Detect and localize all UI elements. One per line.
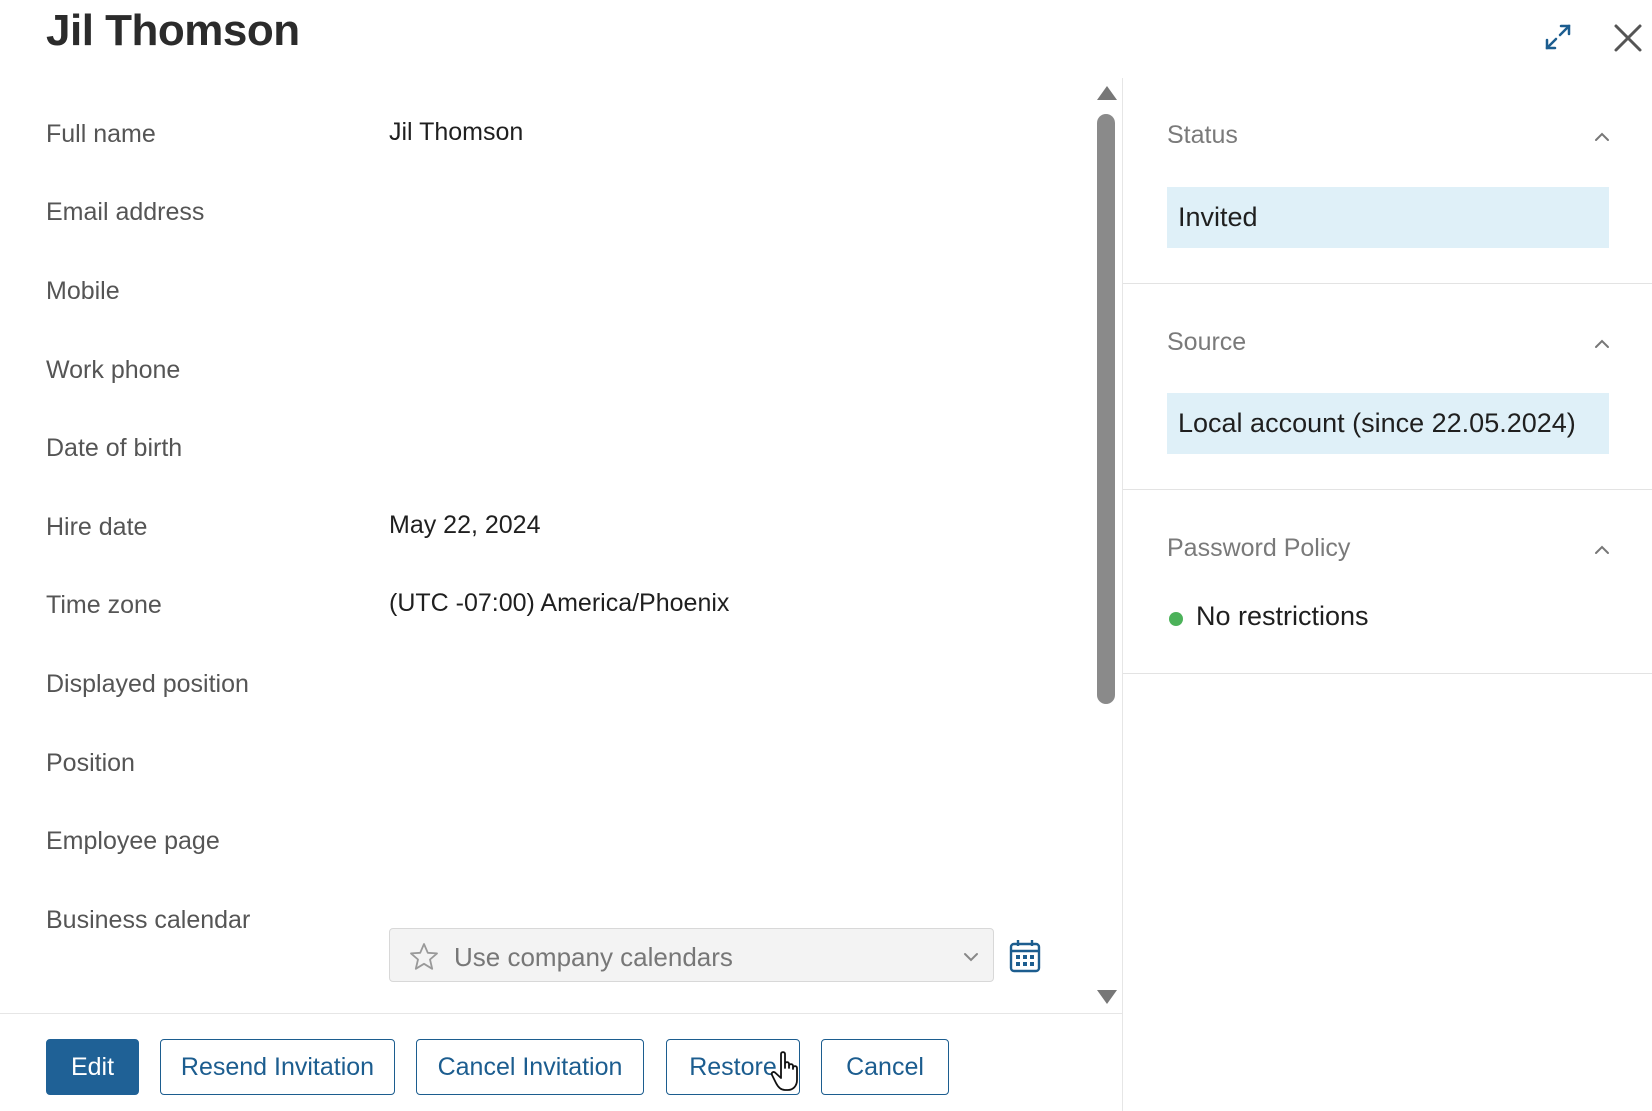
field-row-mobile: Mobile <box>0 263 1080 323</box>
field-row-date-of-birth: Date of birth <box>0 420 1080 480</box>
section-divider <box>1123 489 1652 490</box>
scroll-up-arrow[interactable] <box>1097 86 1117 100</box>
field-label: Displayed position <box>46 670 249 698</box>
field-row-hire-date: Hire date May 22, 2024 <box>0 499 1080 559</box>
chevron-up-icon[interactable] <box>1592 127 1612 147</box>
field-row-email: Email address <box>0 184 1080 244</box>
status-value: Invited <box>1178 202 1258 232</box>
field-row-displayed-position: Displayed position <box>0 656 1080 716</box>
resend-invitation-button[interactable]: Resend Invitation <box>160 1039 395 1095</box>
chevron-up-icon[interactable] <box>1592 540 1612 560</box>
expand-icon[interactable] <box>1541 20 1575 54</box>
source-value: Local account (since 22.05.2024) <box>1178 408 1576 438</box>
field-label: Position <box>46 749 135 777</box>
field-row-position: Position <box>0 735 1080 795</box>
chevron-up-icon[interactable] <box>1592 334 1612 354</box>
field-label: Email address <box>46 198 205 226</box>
business-calendar-value: Use company calendars <box>454 942 733 972</box>
field-label: Business calendar <box>46 906 251 934</box>
chevron-down-icon <box>964 953 978 962</box>
field-label: Date of birth <box>46 434 183 462</box>
status-title: Status <box>1167 121 1238 149</box>
section-divider <box>1123 283 1652 284</box>
cancel-invitation-button[interactable]: Cancel Invitation <box>416 1039 644 1095</box>
field-value: (UTC -07:00) America/Phoenix <box>389 589 730 617</box>
status-dot-icon <box>1169 612 1183 626</box>
status-section <box>1123 78 1652 283</box>
field-label: Employee page <box>46 827 220 855</box>
page-title: Jil Thomson <box>46 6 300 55</box>
star-icon <box>410 943 438 970</box>
hand-cursor-icon <box>770 1051 798 1091</box>
scroll-down-arrow[interactable] <box>1097 990 1117 1004</box>
cancel-button[interactable]: Cancel <box>821 1039 949 1095</box>
source-title: Source <box>1167 328 1247 356</box>
footer-divider <box>0 1013 1122 1014</box>
close-icon[interactable] <box>1610 20 1646 56</box>
field-label: Full name <box>46 120 156 148</box>
edit-button[interactable]: Edit <box>46 1039 139 1095</box>
password-policy-title: Password Policy <box>1167 534 1351 562</box>
source-value-box: Local account (since 22.05.2024) <box>1167 393 1609 454</box>
field-label: Mobile <box>46 277 120 305</box>
field-row-full-name: Full name Jil Thomson <box>0 106 1080 166</box>
field-row-work-phone: Work phone <box>0 342 1080 402</box>
field-row-employee-page: Employee page <box>0 813 1080 873</box>
field-label: Hire date <box>46 513 148 541</box>
field-value: Jil Thomson <box>389 118 524 146</box>
status-value-box: Invited <box>1167 187 1609 248</box>
field-row-time-zone: Time zone (UTC -07:00) America/Phoenix <box>0 577 1080 637</box>
password-policy-value: No restrictions <box>1196 601 1369 631</box>
field-value: May 22, 2024 <box>389 511 541 539</box>
section-divider <box>1123 673 1652 674</box>
field-label: Time zone <box>46 591 162 619</box>
business-calendar-select[interactable]: Use company calendars <box>389 928 994 982</box>
calendar-icon[interactable] <box>1008 938 1042 974</box>
scrollbar-thumb[interactable] <box>1097 114 1115 704</box>
field-label: Work phone <box>46 356 181 384</box>
